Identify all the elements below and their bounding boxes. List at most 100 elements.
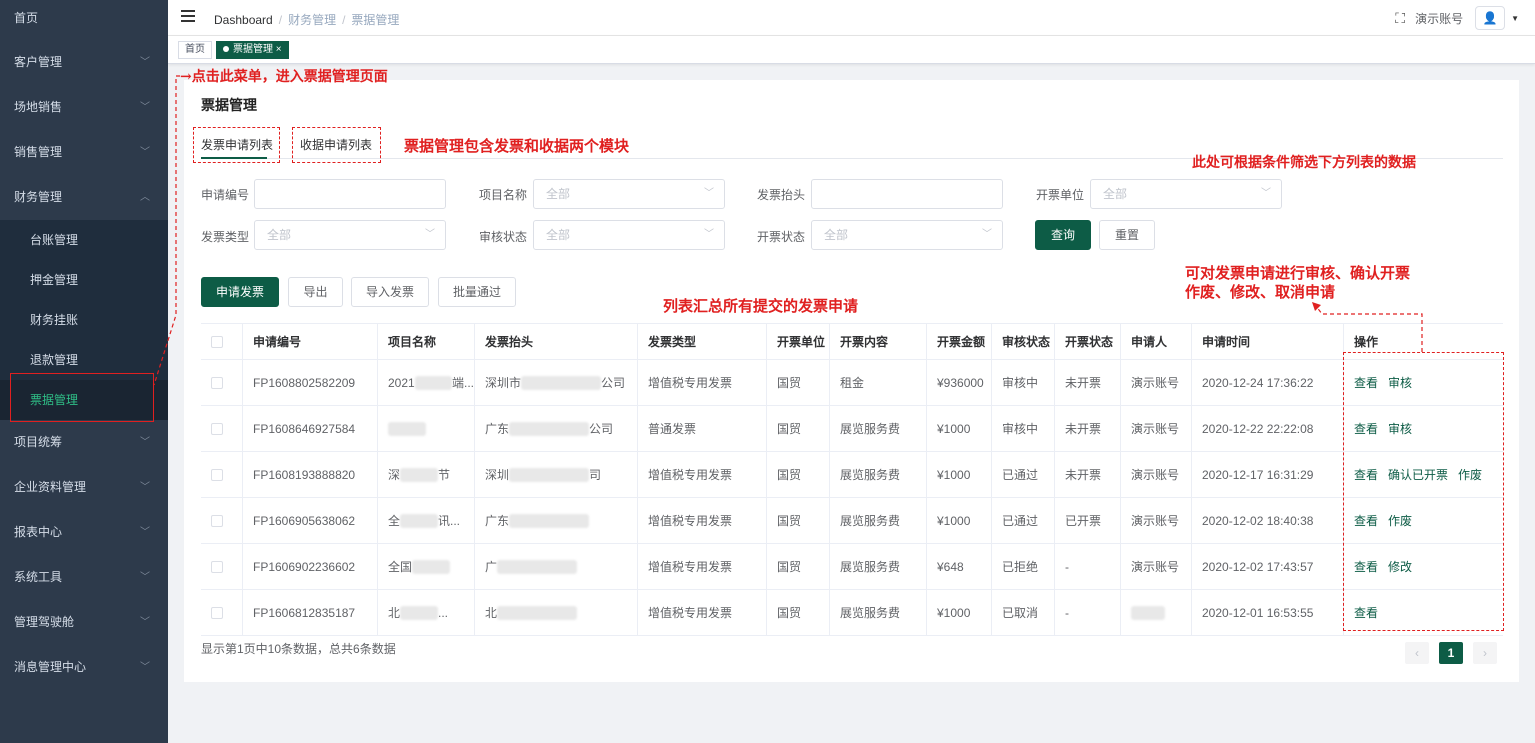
sidebar-item-deposit[interactable]: 押金管理	[0, 260, 168, 300]
issuer-select[interactable]: 全部 ﹀	[1090, 179, 1282, 209]
invoice-type-label: 发票类型	[201, 230, 250, 244]
invoice-type-select[interactable]: 全部 ﹀	[254, 220, 446, 250]
cell-invoice-type: 增值税专用发票	[638, 544, 767, 589]
cell-issue-status-text: 未开票	[1065, 376, 1102, 390]
pagination: ‹ 1 ›	[1395, 642, 1497, 664]
title-text: 广东	[485, 422, 510, 436]
row-select-cell	[201, 544, 243, 589]
prev-page-button[interactable]: ‹	[1405, 642, 1429, 664]
batch-approve-button[interactable]: 批量通过	[438, 277, 516, 307]
redacted-block	[400, 513, 439, 528]
query-button[interactable]: 查询	[1035, 220, 1091, 250]
row-checkbox[interactable]	[211, 376, 223, 389]
cell-invoice-title: 广东 公司	[475, 406, 638, 451]
invoice-table: 申请编号 项目名称 发票抬头 发票类型 开票单位 开票内容 开票金额 审核状态 …	[201, 323, 1503, 636]
title-tail-text: 公司	[601, 376, 626, 390]
select-all-checkbox[interactable]	[211, 335, 223, 348]
apply-no-text: FP1608193888820	[253, 467, 356, 482]
cell-applicant	[1121, 590, 1192, 635]
tag-current[interactable]: 票据管理 ×	[216, 41, 289, 59]
cell-apply-time: 2020-12-22 22:22:08	[1192, 406, 1344, 451]
tag-current-label: 票据管理	[233, 44, 273, 55]
row-checkbox[interactable]	[211, 514, 223, 527]
cell-invoice-type: 增值税专用发票	[638, 498, 767, 543]
tag-home[interactable]: 首页	[178, 41, 212, 59]
row-select-cell	[201, 452, 243, 497]
column-header: 申请人	[1121, 324, 1192, 359]
page-button[interactable]: 1	[1439, 642, 1463, 664]
project-select[interactable]: 全部 ﹀	[533, 179, 725, 209]
cell-invoice-type: 增值税专用发票	[638, 360, 767, 405]
avatar[interactable]: 👤	[1475, 6, 1506, 30]
cell-amount-text: ¥1000	[937, 467, 971, 482]
sidebar-item-finance[interactable]: 财务管理 ︿	[0, 175, 168, 220]
cell-invoice-title: 深圳 司	[475, 452, 638, 497]
row-checkbox[interactable]	[211, 422, 223, 435]
redacted-block	[388, 421, 426, 436]
redacted-block	[497, 559, 578, 574]
sidebar-item-messages[interactable]: 消息管理中心 ﹀	[0, 645, 168, 690]
issue-label: 开票状态	[757, 230, 806, 244]
row-checkbox[interactable]	[211, 468, 223, 481]
sidebar-item-accounts[interactable]: 财务挂账	[0, 300, 168, 340]
cell-invoice-type-text: 增值税专用发票	[648, 376, 733, 390]
select-all-cell	[201, 324, 243, 359]
cell-issuer: 国贸	[767, 544, 830, 589]
cell-issuer-text: 国贸	[777, 468, 802, 482]
apply-time-text: 2020-12-22 22:22:08	[1202, 421, 1314, 436]
project-tail-text: 节	[438, 468, 451, 482]
redacted-block	[1131, 605, 1165, 620]
cell-content-text: 展览服务费	[840, 514, 901, 528]
cell-amount: ¥1000	[927, 452, 992, 497]
caret-down-icon[interactable]: ▼	[1511, 14, 1519, 23]
import-invoice-button[interactable]: 导入发票	[351, 277, 429, 307]
apply-no-text: FP1608802582209	[253, 375, 356, 390]
row-checkbox[interactable]	[211, 560, 223, 573]
annotation-list-note: 列表汇总所有提交的发票申请	[663, 297, 859, 315]
apply-invoice-button[interactable]: 申请发票	[201, 277, 279, 307]
issue-select[interactable]: 全部 ﹀	[811, 220, 1003, 250]
sidebar-item-venue-sales[interactable]: 场地销售 ﹀	[0, 85, 168, 130]
cell-issuer-text: 国贸	[777, 606, 802, 620]
sidebar-item-tools[interactable]: 系统工具 ﹀	[0, 555, 168, 600]
table-row: FP1608802582209 2021 端... 深圳市 公司 增值税专用发票 国贸 租金 ¥…	[201, 360, 1503, 406]
redacted-block	[509, 421, 590, 436]
sidebar-item-ledger[interactable]: 台账管理	[0, 220, 168, 260]
export-button[interactable]: 导出	[288, 277, 343, 307]
close-icon[interactable]: ×	[276, 44, 282, 55]
apply-time-text: 2020-12-24 17:36:22	[1202, 375, 1314, 390]
active-dot-icon	[223, 46, 229, 53]
invoice-title-input[interactable]	[811, 179, 1003, 209]
audit-select[interactable]: 全部 ﹀	[533, 220, 725, 250]
annotation-menu-box	[10, 373, 154, 422]
redacted-block	[497, 605, 578, 620]
breadcrumb-dashboard[interactable]: Dashboard	[214, 13, 273, 27]
sidebar-item-home[interactable]: 首页	[0, 0, 168, 36]
cell-applicant: 演示账号	[1121, 544, 1192, 589]
sidebar-item-project[interactable]: 项目统筹 ﹀	[0, 420, 168, 465]
chevron-down-icon: ﹀	[140, 147, 150, 158]
title-text: 深圳市	[485, 376, 522, 390]
sidebar-item-sales[interactable]: 销售管理 ﹀	[0, 130, 168, 175]
cell-issuer: 国贸	[767, 590, 830, 635]
fullscreen-icon[interactable]: ⛶	[1395, 10, 1405, 27]
sidebar-item-label: 财务挂账	[30, 313, 79, 327]
row-checkbox[interactable]	[211, 606, 223, 619]
chevron-down-icon: ﹀	[140, 662, 150, 673]
sidebar-item-customers[interactable]: 客户管理 ﹀	[0, 40, 168, 85]
project-text: 2021	[388, 375, 415, 390]
sidebar-item-label: 系统工具	[14, 570, 63, 584]
sidebar-item-reports[interactable]: 报表中心 ﹀	[0, 510, 168, 555]
sidebar-item-cockpit[interactable]: 管理驾驶舱 ﹀	[0, 600, 168, 645]
next-page-button[interactable]: ›	[1473, 642, 1497, 664]
cell-apply-no: FP1608802582209	[243, 360, 378, 405]
cell-invoice-type-text: 普通发票	[648, 422, 697, 436]
sidebar-item-company[interactable]: 企业资料管理 ﹀	[0, 465, 168, 510]
reset-button[interactable]: 重置	[1099, 220, 1155, 250]
apply-no-input[interactable]	[254, 179, 446, 209]
column-header: 发票类型	[638, 324, 767, 359]
project-placeholder: 全部	[546, 187, 571, 201]
apply-no-text: FP1606905638062	[253, 513, 356, 528]
hamburger-icon[interactable]	[181, 10, 195, 22]
cell-issuer: 国贸	[767, 498, 830, 543]
